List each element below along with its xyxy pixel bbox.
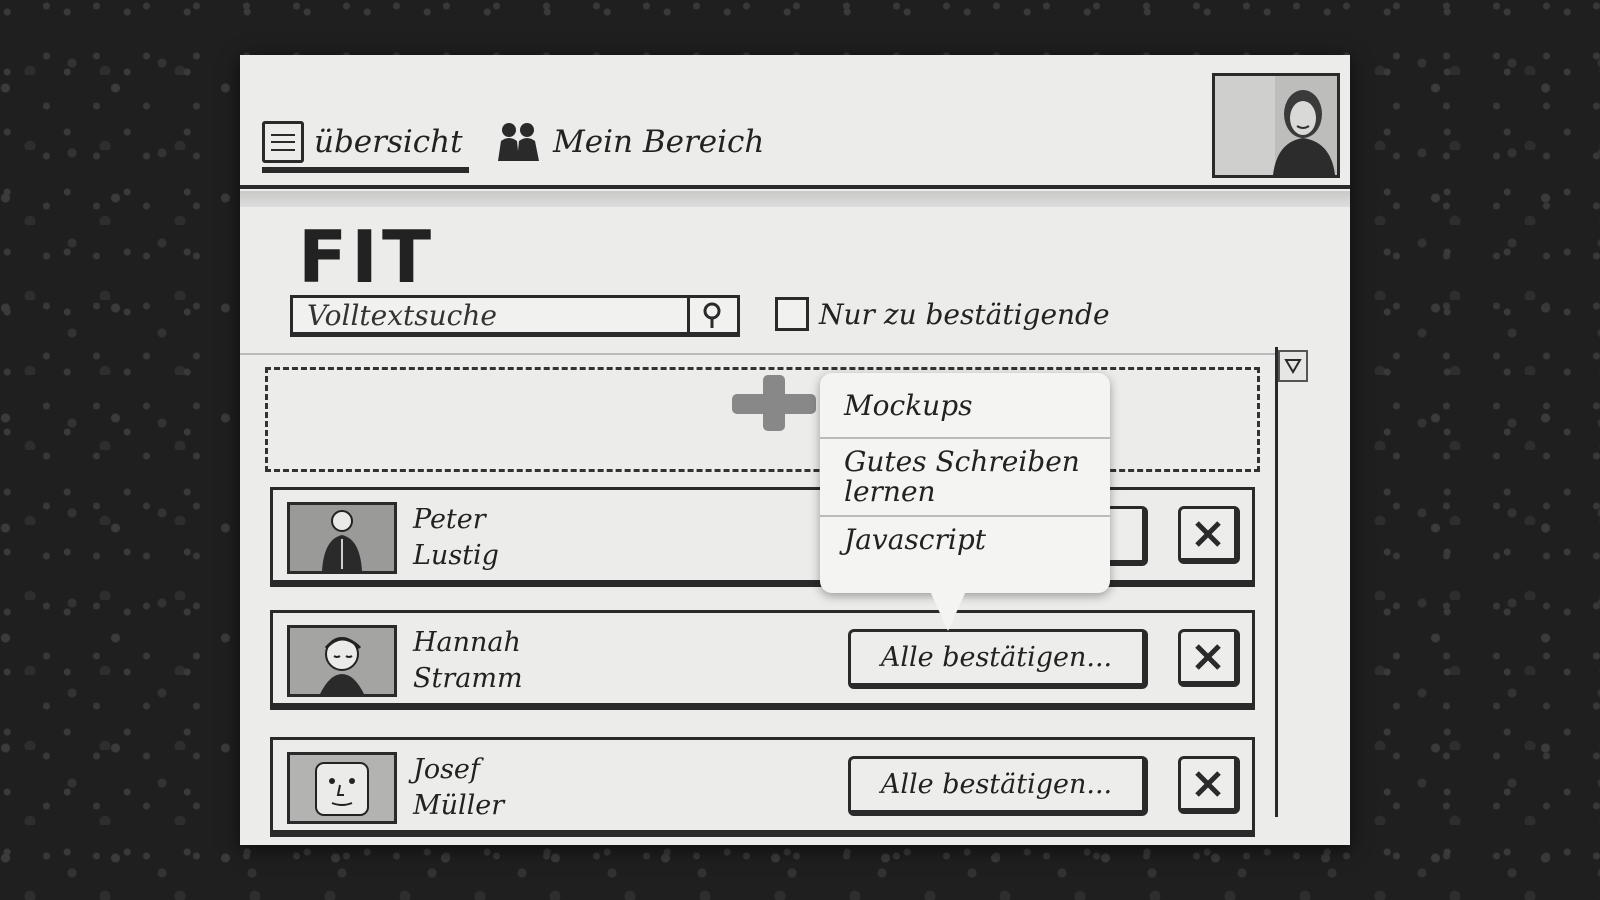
person-portrait-icon <box>290 628 394 694</box>
tab-overview[interactable]: übersicht <box>262 117 469 173</box>
avatar <box>287 502 397 574</box>
person-row: Josef Müller Alle bestätigen... <box>270 737 1255 837</box>
top-navigation: übersicht Mein Bereich <box>240 55 1350 207</box>
user-avatar[interactable] <box>1212 73 1340 178</box>
person-portrait-icon <box>290 505 394 571</box>
last-name: Lustig <box>413 540 499 571</box>
popup-item-javascript[interactable]: Javascript <box>820 517 1110 563</box>
search-field <box>290 295 740 337</box>
close-icon <box>1194 643 1221 670</box>
app-window: übersicht Mein Bereich FIT Volltextsuche… <box>240 55 1350 845</box>
person-row: Hannah Stramm Alle bestätigen... <box>270 610 1255 710</box>
tab-overview-label: übersicht <box>314 124 463 160</box>
plus-icon[interactable] <box>732 375 816 431</box>
first-name: Peter <box>413 504 486 535</box>
page-title: FIT <box>298 215 436 299</box>
person-name: Josef Müller <box>413 752 504 824</box>
person-portrait-icon <box>290 755 394 821</box>
avatar <box>287 752 397 824</box>
popup-item-mockups[interactable]: Mockups <box>820 373 1110 439</box>
scrollbar-track[interactable] <box>1275 347 1278 817</box>
last-name: Müller <box>413 790 505 821</box>
scroll-up-button[interactable] <box>1278 350 1308 382</box>
person-name: Peter Lustig <box>413 502 499 574</box>
remove-button[interactable] <box>1178 506 1240 564</box>
triangle-down-icon <box>1284 359 1302 374</box>
list-icon <box>262 121 304 163</box>
tab-my-area-label: Mein Bereich <box>553 124 765 160</box>
last-name: Stramm <box>413 663 523 694</box>
skill-popup-menu: Mockups Gutes Schreiben lernen Javascrip… <box>820 373 1110 631</box>
close-icon <box>1194 520 1221 547</box>
people-icon <box>498 123 539 161</box>
remove-button[interactable] <box>1178 756 1240 814</box>
only-to-confirm-filter[interactable]: Nur zu bestätigende <box>775 297 1110 331</box>
first-name: Hannah <box>413 627 521 658</box>
confirm-all-button[interactable]: Alle bestätigen... <box>848 756 1148 816</box>
only-to-confirm-label: Nur zu bestätigende <box>819 297 1110 331</box>
search-input[interactable] <box>293 298 687 332</box>
tab-my-area[interactable]: Mein Bereich <box>495 117 764 167</box>
remove-button[interactable] <box>1178 629 1240 687</box>
user-portrait-icon <box>1215 76 1337 175</box>
search-button[interactable] <box>687 298 737 332</box>
close-icon <box>1194 770 1221 797</box>
person-name: Hannah Stramm <box>413 625 523 697</box>
divider <box>240 353 1280 355</box>
first-name: Josef <box>413 754 480 785</box>
search-icon <box>703 302 720 328</box>
confirm-all-button[interactable]: Alle bestätigen... <box>848 629 1148 689</box>
popup-item-good-writing[interactable]: Gutes Schreiben lernen <box>820 439 1110 517</box>
only-to-confirm-checkbox[interactable] <box>775 297 809 331</box>
avatar <box>287 625 397 697</box>
